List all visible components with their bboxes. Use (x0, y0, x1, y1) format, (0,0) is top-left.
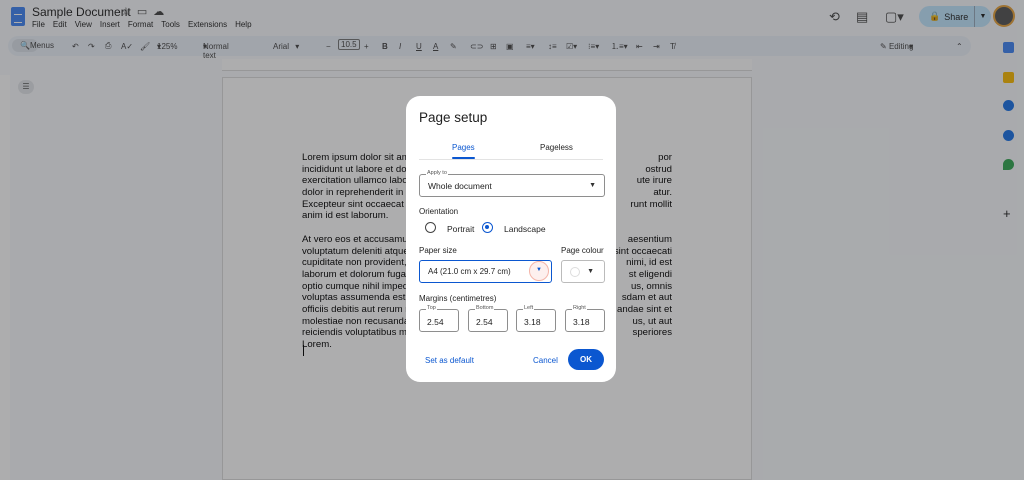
chevron-down-icon: ▼ (587, 268, 594, 275)
cancel-button[interactable]: Cancel (533, 356, 558, 365)
tab-pageless[interactable]: Pageless (540, 143, 573, 152)
orientation-label: Orientation (419, 207, 459, 216)
apply-to-value: Whole document (428, 181, 492, 191)
page-colour-select[interactable]: ▼ (561, 260, 605, 283)
margin-label: Left (523, 305, 535, 311)
margin-bottom-input[interactable]: Bottom 2.54 (468, 305, 508, 332)
landscape-label[interactable]: Landscape (504, 224, 546, 234)
landscape-radio[interactable] (482, 222, 493, 233)
page-setup-dialog: Page setup Pages Pageless Apply to Whole… (406, 96, 616, 382)
margin-value: 2.54 (427, 317, 444, 327)
dialog-title: Page setup (419, 110, 488, 125)
margin-value: 3.18 (573, 317, 590, 327)
margin-value: 2.54 (476, 317, 493, 327)
portrait-radio[interactable] (425, 222, 436, 233)
margin-left-input[interactable]: Left 3.18 (516, 305, 556, 332)
margin-value: 3.18 (524, 317, 541, 327)
margin-top-input[interactable]: Top 2.54 (419, 305, 459, 332)
margin-right-input[interactable]: Right 3.18 (565, 305, 605, 332)
paper-size-label: Paper size (419, 246, 457, 255)
page-colour-label: Page colour (561, 246, 604, 255)
paper-size-chevron-icon[interactable]: ▼ (536, 267, 542, 273)
paper-size-value: A4 (21.0 cm x 29.7 cm) (428, 267, 511, 276)
portrait-label[interactable]: Portrait (447, 224, 474, 234)
margin-label: Bottom (475, 305, 495, 311)
margin-label: Right (572, 305, 587, 311)
chevron-down-icon: ▼ (589, 182, 596, 189)
tab-divider (419, 159, 603, 160)
margin-label: Top (426, 305, 437, 311)
ok-button[interactable]: OK (568, 349, 604, 370)
apply-to-select[interactable]: Apply to Whole document ▼ (419, 170, 605, 197)
set-as-default-button[interactable]: Set as default (425, 356, 474, 365)
margins-label: Margins (centimetres) (419, 294, 497, 303)
tab-pages[interactable]: Pages (452, 143, 475, 159)
apply-to-label: Apply to (426, 170, 448, 176)
colour-swatch-icon (570, 267, 580, 277)
